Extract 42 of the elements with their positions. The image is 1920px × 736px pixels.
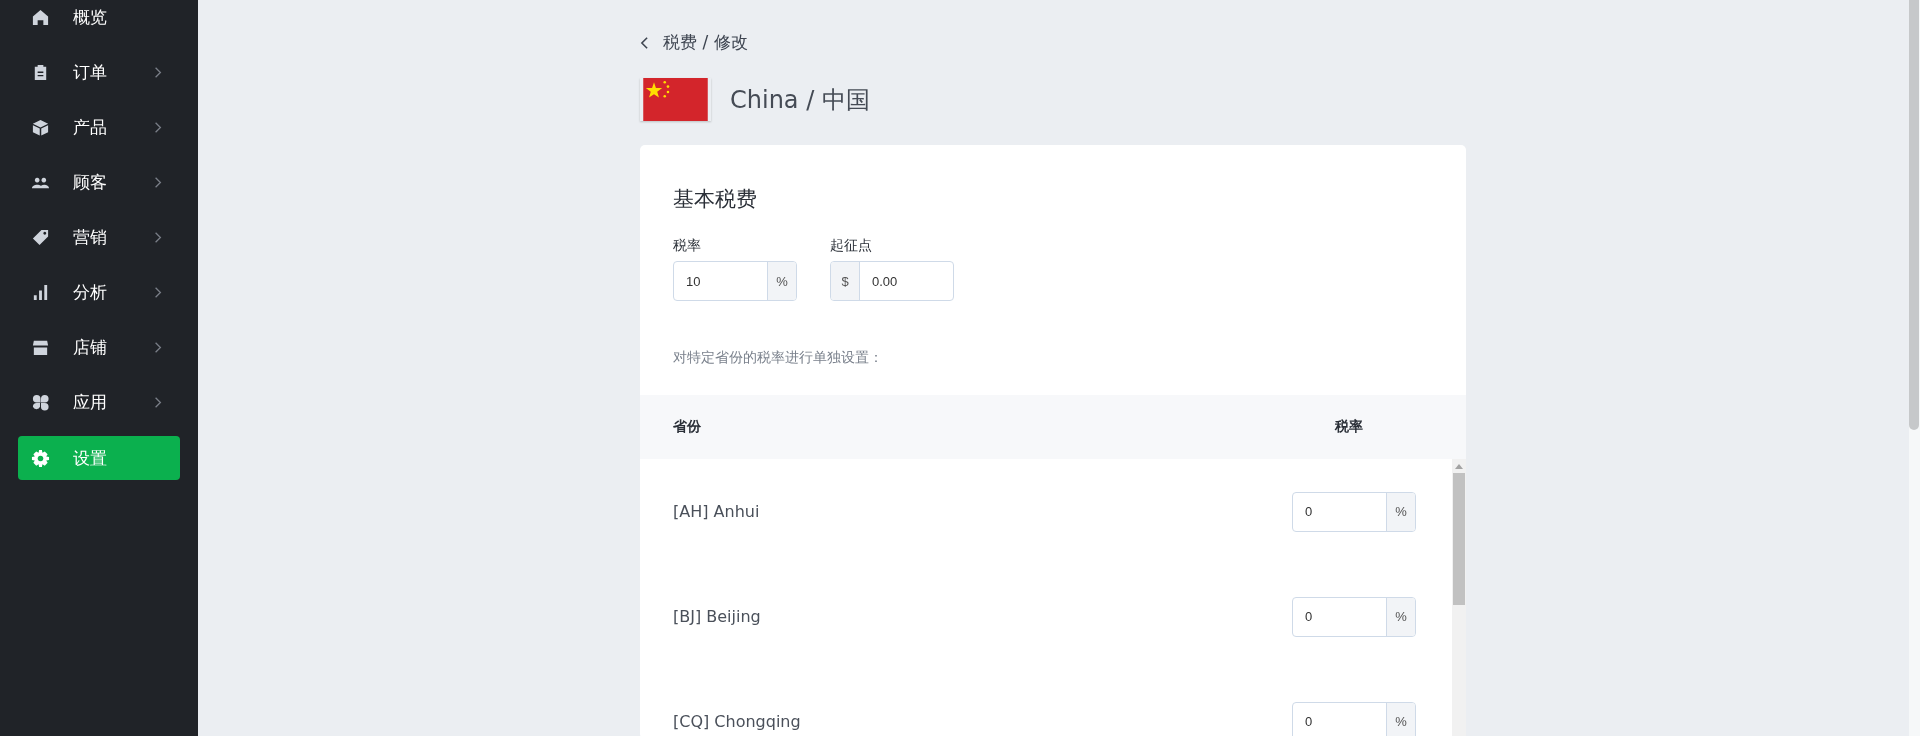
section-title: 基本税费 (673, 186, 758, 213)
scrollbar[interactable] (1909, 0, 1920, 736)
tag-icon (31, 228, 50, 247)
chevron-right-icon (154, 396, 162, 409)
chevron-right-icon (154, 286, 162, 299)
chevron-right-icon (154, 66, 162, 79)
column-header: 税率 (1335, 418, 1363, 436)
province-name: [BJ] Beijing (673, 607, 761, 626)
cube-icon (31, 118, 50, 137)
input-field[interactable]: 0 % (1292, 596, 1416, 637)
input-field[interactable]: 10 % (673, 261, 797, 301)
input-field[interactable]: 0 % (1292, 701, 1416, 736)
province-name: [CQ] Chongqing (673, 712, 801, 731)
field-label: 税率 (673, 237, 702, 255)
hint-text: 对特定省份的税率进行单独设置： (672, 348, 884, 367)
apps-icon (31, 393, 50, 412)
flag-icon (640, 78, 711, 121)
back-link[interactable]: 税费 / 修改 (640, 31, 748, 54)
chevron-right-icon (154, 176, 162, 189)
chevron-right-icon (154, 341, 162, 354)
home-icon (31, 8, 50, 27)
sidebar-item[interactable]: 应用 (18, 375, 180, 430)
input-field[interactable]: 0 % (1292, 491, 1416, 532)
store-icon (31, 338, 50, 357)
scrollbar[interactable] (1452, 459, 1466, 736)
column-header: 省份 (673, 418, 702, 436)
sidebar-item[interactable]: 概览 (18, 0, 180, 45)
sidebar-item[interactable]: 产品 (18, 100, 180, 155)
sidebar-item[interactable]: 店铺 (18, 320, 180, 375)
country-title: China / 中国 (730, 84, 870, 116)
sidebar-item[interactable]: 分析 (18, 265, 180, 320)
sidebar-item[interactable]: 订单 (18, 45, 180, 100)
input-field[interactable]: $ 0.00 (830, 261, 954, 301)
field-label: 起征点 (830, 237, 873, 255)
bar-chart-icon (31, 283, 50, 302)
sidebar-item[interactable]: 顾客 (18, 155, 180, 210)
sidebar-item[interactable]: 营销 (18, 210, 180, 265)
chevron-right-icon (154, 231, 162, 244)
chevron-right-icon (154, 121, 162, 134)
settings-icon (31, 448, 50, 468)
province-name: [AH] Anhui (673, 502, 760, 521)
chevron-left-icon (640, 35, 649, 50)
